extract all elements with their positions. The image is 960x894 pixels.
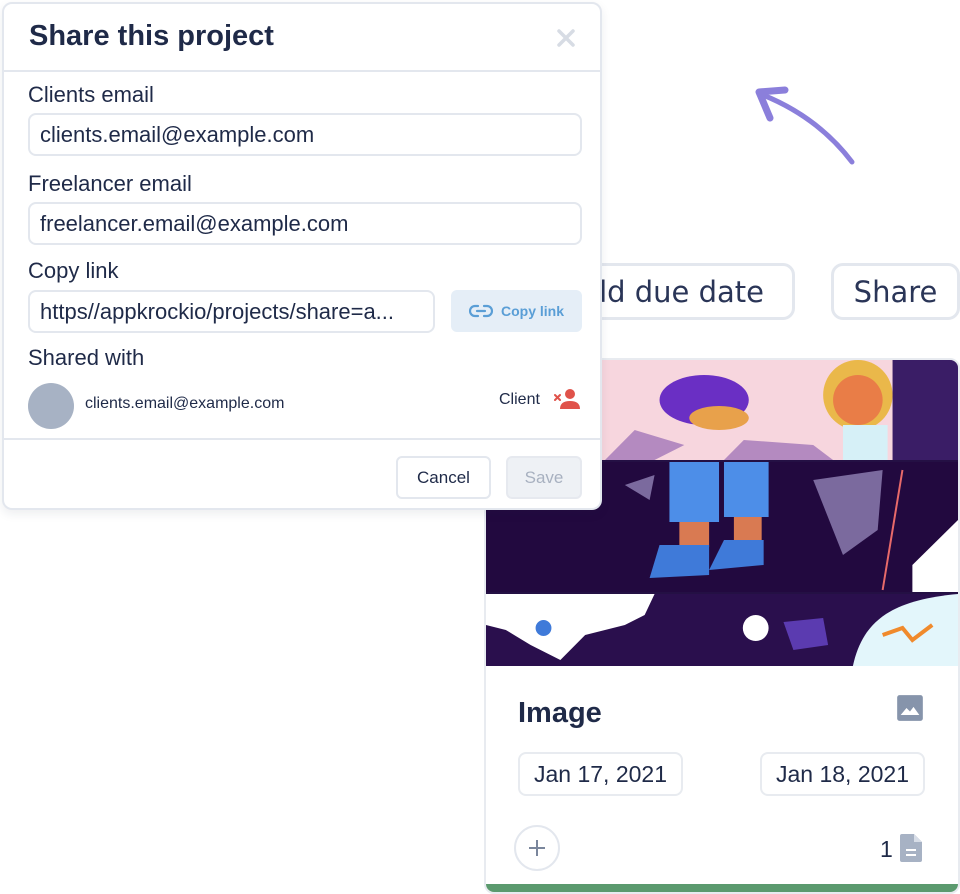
avatar <box>28 383 74 429</box>
share-button[interactable]: Share <box>831 263 960 320</box>
share-project-modal: Share this project Clients email Freelan… <box>2 2 602 510</box>
freelancer-email-label: Freelancer email <box>28 171 192 196</box>
remove-user-icon[interactable] <box>554 388 580 410</box>
shared-user-row: clients.email@example.com Client <box>28 383 582 431</box>
card-status-bar <box>486 884 958 892</box>
copy-link-button[interactable]: Copy link <box>451 290 582 332</box>
start-date: Jan 17, 2021 <box>534 760 668 787</box>
add-button[interactable] <box>514 825 560 871</box>
shared-user-email: clients.email@example.com <box>85 395 285 412</box>
close-icon[interactable] <box>554 26 578 50</box>
cancel-button[interactable]: Cancel <box>396 456 491 499</box>
link-icon <box>468 304 493 318</box>
shared-user-role: Client <box>499 391 540 408</box>
arrow-up-left-icon <box>755 86 855 165</box>
add-due-date-label: dd due date <box>588 274 764 309</box>
file-icon <box>900 834 922 862</box>
modal-header: Share this project <box>4 4 600 72</box>
end-date-chip[interactable]: Jan 18, 2021 <box>760 752 926 796</box>
freelancer-email-input[interactable] <box>28 202 582 245</box>
share-link-input[interactable] <box>28 290 435 333</box>
image-icon <box>897 695 923 721</box>
plus-icon <box>529 840 545 856</box>
clients-email-label: Clients email <box>28 82 154 107</box>
save-button[interactable]: Save <box>506 456 582 499</box>
copy-link-button-label: Copy link <box>500 303 564 319</box>
file-count: 1 <box>880 836 893 862</box>
shared-with-label: Shared with <box>28 345 145 370</box>
card-title: Image <box>518 697 602 729</box>
copy-link-label: Copy link <box>28 258 119 283</box>
modal-footer: Cancel Save <box>4 438 600 510</box>
modal-title: Share this project <box>29 20 274 52</box>
start-date-chip[interactable]: Jan 17, 2021 <box>518 752 684 796</box>
clients-email-input[interactable] <box>28 113 582 156</box>
share-label: Share <box>853 274 938 309</box>
end-date: Jan 18, 2021 <box>776 760 910 787</box>
